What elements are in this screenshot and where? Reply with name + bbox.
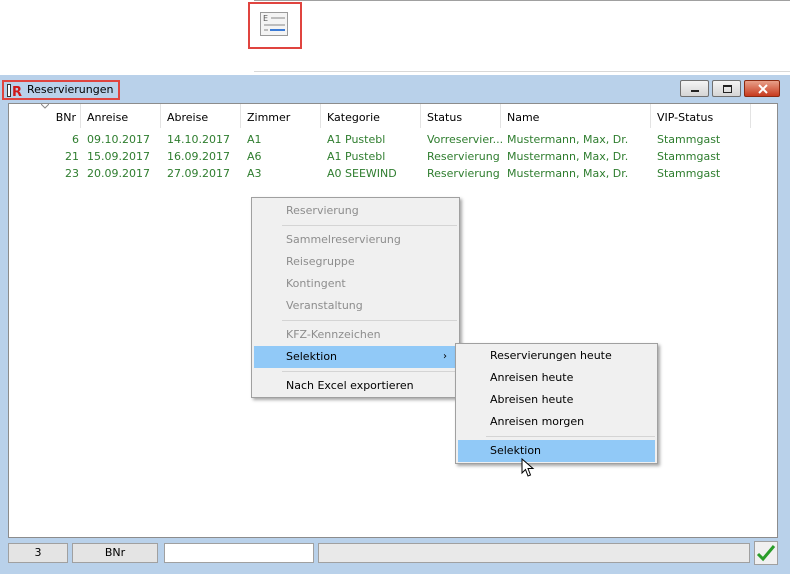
selektion-submenu: Reservierungen heute Anreisen heute Abre… — [455, 343, 658, 464]
menu-item-veranstaltung[interactable]: Veranstaltung — [254, 295, 457, 317]
title-bar[interactable]: R Reservierungen — [0, 75, 790, 103]
table-row[interactable]: 23 20.09.2017 27.09.2017 A3 A0 SEEWIND R… — [9, 165, 751, 182]
toolbar-top-border — [254, 0, 790, 1]
menu-item-reservierung[interactable]: Reservierung — [254, 200, 457, 222]
column-header-vip-status[interactable]: VIP-Status — [651, 104, 751, 128]
context-menu: Reservierung Sammelreservierung Reisegru… — [251, 197, 460, 398]
column-header-name[interactable]: Name — [501, 104, 651, 128]
submenu-item-anreisen-morgen[interactable]: Anreisen morgen — [458, 411, 655, 433]
cell-bnr: 21 — [65, 150, 79, 163]
submenu-item-reservierungen-heute[interactable]: Reservierungen heute — [458, 345, 655, 367]
record-count: 3 — [8, 543, 68, 563]
status-bar: 3 BNr — [8, 541, 778, 567]
close-button[interactable] — [744, 80, 780, 97]
menu-item-reisegruppe[interactable]: Reisegruppe — [254, 251, 457, 273]
menu-item-sammelreservierung[interactable]: Sammelreservierung — [254, 229, 457, 251]
cell-vip-status: Stammgast — [657, 133, 721, 146]
menu-separator — [282, 371, 457, 372]
progress-bar — [318, 543, 750, 563]
menu-separator — [282, 225, 457, 226]
submenu-item-anreisen-heute[interactable]: Anreisen heute — [458, 367, 655, 389]
cell-status: Vorreservier... — [427, 133, 504, 146]
column-header-anreise[interactable]: Anreise — [81, 104, 161, 128]
cell-bnr: 6 — [72, 133, 79, 146]
ok-button[interactable] — [754, 541, 778, 565]
mouse-cursor-icon — [521, 458, 535, 477]
menu-separator — [282, 320, 457, 321]
cell-name: Mustermann, Max, Dr. — [507, 150, 629, 163]
column-header-bnr[interactable]: BNr — [9, 104, 81, 128]
cell-abreise: 16.09.2017 — [167, 150, 230, 163]
menu-separator — [486, 436, 655, 437]
menu-item-kfz-kennzeichen[interactable]: KFZ-Kennzeichen — [254, 324, 457, 346]
cell-bnr: 23 — [65, 167, 79, 180]
minimize-icon — [691, 90, 699, 92]
cell-anreise: 15.09.2017 — [87, 150, 150, 163]
close-icon — [758, 84, 768, 94]
menu-item-excel-export[interactable]: Nach Excel exportieren — [254, 375, 457, 397]
cell-vip-status: Stammgast — [657, 150, 721, 163]
reservation-list-toolbar-button[interactable]: E — [248, 2, 302, 49]
title-annotation-box — [2, 80, 120, 100]
cell-abreise: 14.10.2017 — [167, 133, 230, 146]
cell-abreise: 27.09.2017 — [167, 167, 230, 180]
cell-zimmer: A3 — [247, 167, 262, 180]
column-header-kategorie[interactable]: Kategorie — [321, 104, 421, 128]
toolbar-bottom-border — [254, 71, 790, 72]
submenu-arrow-icon: › — [443, 351, 447, 362]
svg-text:E: E — [263, 14, 268, 23]
maximize-button[interactable] — [712, 80, 741, 97]
table-row[interactable]: 21 15.09.2017 16.09.2017 A6 A1 Pustebl R… — [9, 148, 751, 165]
cell-zimmer: A6 — [247, 150, 262, 163]
column-header-abreise[interactable]: Abreise — [161, 104, 241, 128]
menu-item-selektion[interactable]: Selektion › — [254, 346, 457, 368]
list-view-icon: E — [260, 12, 288, 36]
submenu-item-abreisen-heute[interactable]: Abreisen heute — [458, 389, 655, 411]
cell-zimmer: A1 — [247, 133, 262, 146]
submenu-item-selektion[interactable]: Selektion — [458, 440, 655, 462]
search-field[interactable] — [164, 543, 314, 563]
table-row[interactable]: 6 09.10.2017 14.10.2017 A1 A1 Pustebl Vo… — [9, 131, 751, 148]
minimize-button[interactable] — [680, 80, 709, 97]
column-header-zimmer[interactable]: Zimmer — [241, 104, 321, 128]
column-header-status[interactable]: Status — [421, 104, 501, 128]
cell-name: Mustermann, Max, Dr. — [507, 167, 629, 180]
cell-vip-status: Stammgast — [657, 167, 721, 180]
cell-status: Reservierung — [427, 150, 500, 163]
cell-kategorie: A1 Pustebl — [327, 150, 386, 163]
checkmark-icon — [756, 545, 776, 562]
cell-name: Mustermann, Max, Dr. — [507, 133, 629, 146]
cell-kategorie: A0 SEEWIND — [327, 167, 397, 180]
cell-anreise: 09.10.2017 — [87, 133, 150, 146]
cell-status: Reservierung — [427, 167, 500, 180]
menu-item-selektion-label: Selektion — [286, 350, 338, 363]
sort-field-label: BNr — [72, 543, 158, 563]
cell-anreise: 20.09.2017 — [87, 167, 150, 180]
menu-item-kontingent[interactable]: Kontingent — [254, 273, 457, 295]
table-header: BNr Anreise Abreise Zimmer Kategorie Sta… — [9, 104, 751, 128]
cell-kategorie: A1 Pustebl — [327, 133, 386, 146]
maximize-icon — [723, 85, 732, 93]
